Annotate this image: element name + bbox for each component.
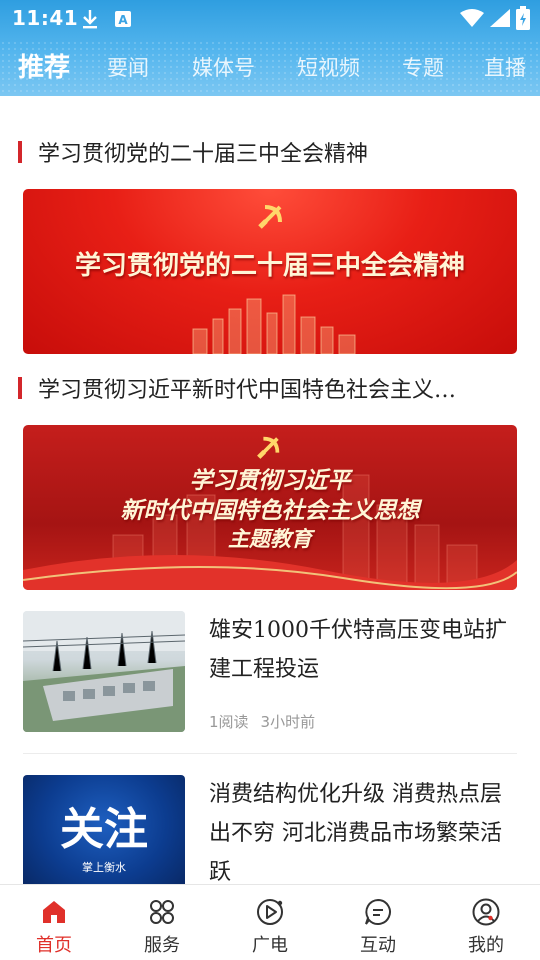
thumbnail-caption: 掌上衡水 bbox=[82, 861, 126, 874]
nav-services[interactable]: 服务 bbox=[108, 885, 216, 960]
divider bbox=[23, 753, 517, 754]
news-thumbnail: 关注 掌上衡水 bbox=[23, 775, 185, 884]
news-title: 雄安1000千伏特高压变电站扩建工程投运 bbox=[209, 618, 507, 682]
battery-icon bbox=[516, 6, 530, 30]
banner-line: 新时代中国特色社会主义思想 bbox=[120, 498, 420, 524]
publish-time: 3小时前 bbox=[260, 713, 316, 731]
chat-icon bbox=[365, 898, 391, 925]
header: 11:41 A 推荐 要闻 媒体号 短视频 专题 直播 bbox=[0, 0, 540, 96]
section-title[interactable]: 学习贯彻党的二十届三中全会精神 bbox=[18, 136, 508, 166]
news-meta: 1阅读 3小时前 bbox=[209, 711, 327, 732]
banner-line: 学习贯彻习近平 bbox=[189, 468, 351, 494]
party-emblem-icon bbox=[257, 436, 280, 459]
tab-short-video[interactable]: 短视频 bbox=[297, 52, 360, 82]
news-title: 消费结构优化升级 消费热点层出不穷 河北消费品市场繁荣活跃 bbox=[209, 782, 502, 884]
play-icon bbox=[257, 899, 283, 925]
grid-icon bbox=[150, 900, 174, 924]
tab-topics[interactable]: 专题 bbox=[402, 52, 444, 82]
nav-label: 服务 bbox=[144, 935, 180, 956]
news-item[interactable]: 雄安1000千伏特高压变电站扩建工程投运 1阅读 3小时前 bbox=[23, 611, 517, 732]
nav-broadcast[interactable]: 广电 bbox=[216, 885, 324, 960]
city-skyline-graphic bbox=[192, 294, 356, 354]
status-bar: 11:41 A bbox=[0, 0, 540, 36]
nav-label: 互动 bbox=[360, 935, 396, 956]
wifi-icon bbox=[460, 9, 484, 27]
tab-recommend[interactable]: 推荐 bbox=[18, 47, 70, 84]
tab-news[interactable]: 要闻 bbox=[107, 52, 149, 82]
news-thumbnail bbox=[23, 611, 185, 732]
download-icon bbox=[83, 10, 97, 29]
tab-media[interactable]: 媒体号 bbox=[192, 52, 255, 82]
a-badge-icon: A bbox=[115, 11, 131, 27]
channel-tabs: 推荐 要闻 媒体号 短视频 专题 直播 bbox=[0, 44, 540, 90]
tab-live[interactable]: 直播 bbox=[484, 52, 526, 82]
topic-banner[interactable]: 学习贯彻党的二十届三中全会精神 bbox=[23, 189, 517, 354]
feed[interactable]: 学习贯彻党的二十届三中全会精神 学习贯彻党的二十届三中全会精神 学习贯彻习近平新… bbox=[0, 96, 540, 884]
news-item[interactable]: 关注 掌上衡水 消费结构优化升级 消费热点层出不穷 河北消费品市场繁荣活跃 bbox=[23, 775, 517, 884]
read-count: 1阅读 bbox=[209, 713, 249, 731]
section-title[interactable]: 学习贯彻习近平新时代中国特色社会主义… bbox=[18, 372, 508, 402]
nav-label: 广电 bbox=[252, 935, 288, 956]
nav-interact[interactable]: 互动 bbox=[324, 885, 432, 960]
thumbnail-title: 关注 bbox=[60, 804, 148, 855]
ribbon-graphic bbox=[23, 555, 517, 590]
svg-text:A: A bbox=[118, 13, 128, 27]
party-emblem-icon bbox=[258, 205, 282, 229]
nav-label: 我的 bbox=[468, 935, 504, 956]
banner-title: 学习贯彻党的二十届三中全会精神 bbox=[74, 251, 465, 281]
signal-icon bbox=[490, 9, 510, 27]
nav-home[interactable]: 首页 bbox=[0, 885, 108, 960]
bottom-nav: 首页 服务 广电 互动 我的 bbox=[0, 884, 540, 960]
topic-banner[interactable]: 学习贯彻习近平 新时代中国特色社会主义思想 主题教育 bbox=[23, 425, 517, 590]
status-time: 11:41 bbox=[12, 6, 79, 30]
profile-icon bbox=[472, 898, 500, 926]
nav-label: 首页 bbox=[36, 935, 72, 956]
nav-mine[interactable]: 我的 bbox=[432, 885, 540, 960]
home-icon bbox=[43, 901, 65, 923]
